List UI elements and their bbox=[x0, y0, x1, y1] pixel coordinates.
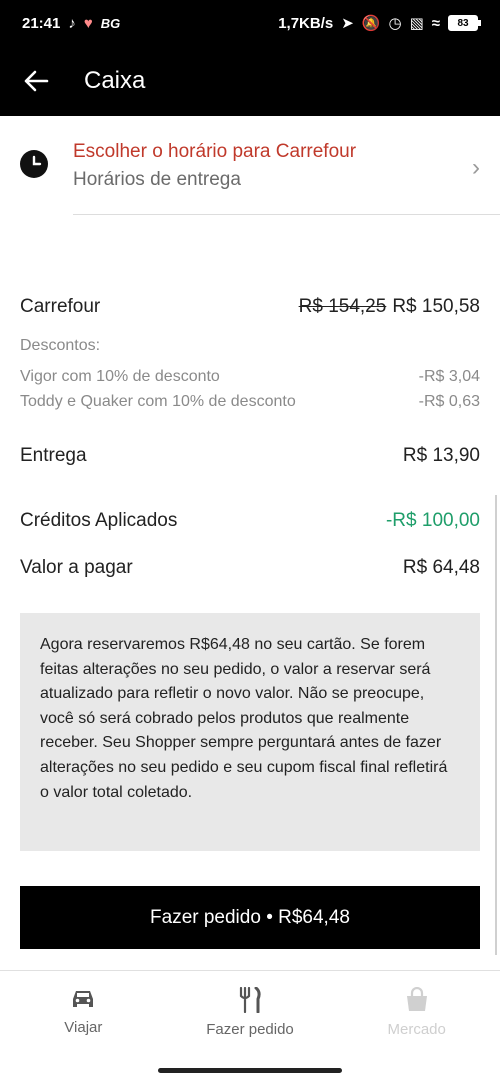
wifi-icon: ≈ bbox=[431, 14, 440, 32]
credits-label: Créditos Aplicados bbox=[20, 510, 178, 531]
alarm-icon: ◷ bbox=[388, 15, 402, 32]
delivery-row: Entrega R$ 13,90 bbox=[20, 445, 480, 467]
car-icon bbox=[73, 991, 94, 1007]
discount-value: -R$ 3,04 bbox=[418, 368, 480, 385]
schedule-subtitle: Horários de entrega bbox=[73, 169, 241, 190]
home-indicator[interactable] bbox=[158, 1068, 342, 1073]
total-value: R$ 64,48 bbox=[402, 557, 480, 578]
payment-info-box: Agora reservaremos R$64,48 no seu cartão… bbox=[20, 613, 480, 851]
schedule-selector[interactable]: Escolher o horário para Carrefour Horári… bbox=[0, 116, 500, 216]
delivery-label: Entrega bbox=[20, 445, 87, 466]
nav-label: Mercado bbox=[387, 1021, 446, 1038]
discount-value: -R$ 0,63 bbox=[418, 393, 480, 410]
total-label: Valor a pagar bbox=[20, 557, 133, 578]
original-price: R$ 154,25 bbox=[298, 296, 387, 317]
shopping-bag-icon bbox=[406, 987, 427, 1011]
page-title: Caixa bbox=[84, 67, 146, 94]
delivery-value: R$ 13,90 bbox=[402, 445, 480, 466]
arrow-left-icon bbox=[24, 70, 49, 92]
credits-row: Créditos Aplicados -R$ 100,00 bbox=[20, 510, 480, 532]
location-icon: ➤ bbox=[341, 15, 354, 32]
nav-label: Viajar bbox=[64, 1019, 103, 1036]
discount-label: Vigor com 10% de desconto bbox=[20, 368, 220, 385]
battery-icon: 83 bbox=[448, 15, 481, 31]
nav-label: Fazer pedido bbox=[206, 1021, 294, 1038]
signal-icon: ▧ bbox=[409, 15, 424, 32]
status-bar: 21:41 ♪ ♥ BG 1,7KB/s ➤ 🔕 ◷ ▧ ≈ 83 bbox=[0, 0, 500, 46]
chevron-right-icon: › bbox=[472, 154, 480, 181]
status-time: 21:41 bbox=[22, 14, 61, 32]
store-subtotal-row: Carrefour R$ 154,25 R$ 150,58 bbox=[20, 296, 480, 318]
clock-icon bbox=[20, 150, 48, 178]
store-name: Carrefour bbox=[20, 296, 101, 317]
nav-item-fazer-pedido[interactable]: Fazer pedido bbox=[167, 971, 334, 1051]
notification-icon: ♪ bbox=[68, 14, 76, 32]
app-bar: Caixa bbox=[0, 46, 500, 116]
heart-icon: ♥ bbox=[83, 14, 93, 32]
nav-item-viajar[interactable]: Viajar bbox=[0, 971, 167, 1051]
scrollbar[interactable] bbox=[495, 495, 497, 955]
back-button[interactable] bbox=[16, 61, 56, 101]
status-label: BG bbox=[100, 15, 121, 31]
credits-value: -R$ 100,00 bbox=[385, 510, 480, 531]
nav-item-mercado[interactable]: Mercado bbox=[333, 971, 500, 1051]
mute-icon: 🔕 bbox=[361, 15, 381, 32]
discount-label: Toddy e Quaker com 10% de desconto bbox=[20, 393, 296, 410]
discount-row: Toddy e Quaker com 10% de desconto -R$ 0… bbox=[20, 393, 480, 411]
network-speed: 1,7KB/s bbox=[278, 14, 334, 32]
place-order-button[interactable]: Fazer pedido • R$64,48 bbox=[20, 886, 480, 949]
discounted-price: R$ 150,58 bbox=[392, 296, 480, 317]
discounts-header: Descontos: bbox=[20, 337, 101, 354]
fork-knife-icon bbox=[239, 987, 261, 1013]
discount-row: Vigor com 10% de desconto -R$ 3,04 bbox=[20, 368, 480, 386]
total-row: Valor a pagar R$ 64,48 bbox=[20, 557, 480, 579]
schedule-title: Escolher o horário para Carrefour bbox=[73, 141, 357, 162]
divider bbox=[73, 214, 500, 215]
bottom-navigation: Viajar Fazer pedido Mercado bbox=[0, 971, 500, 1051]
